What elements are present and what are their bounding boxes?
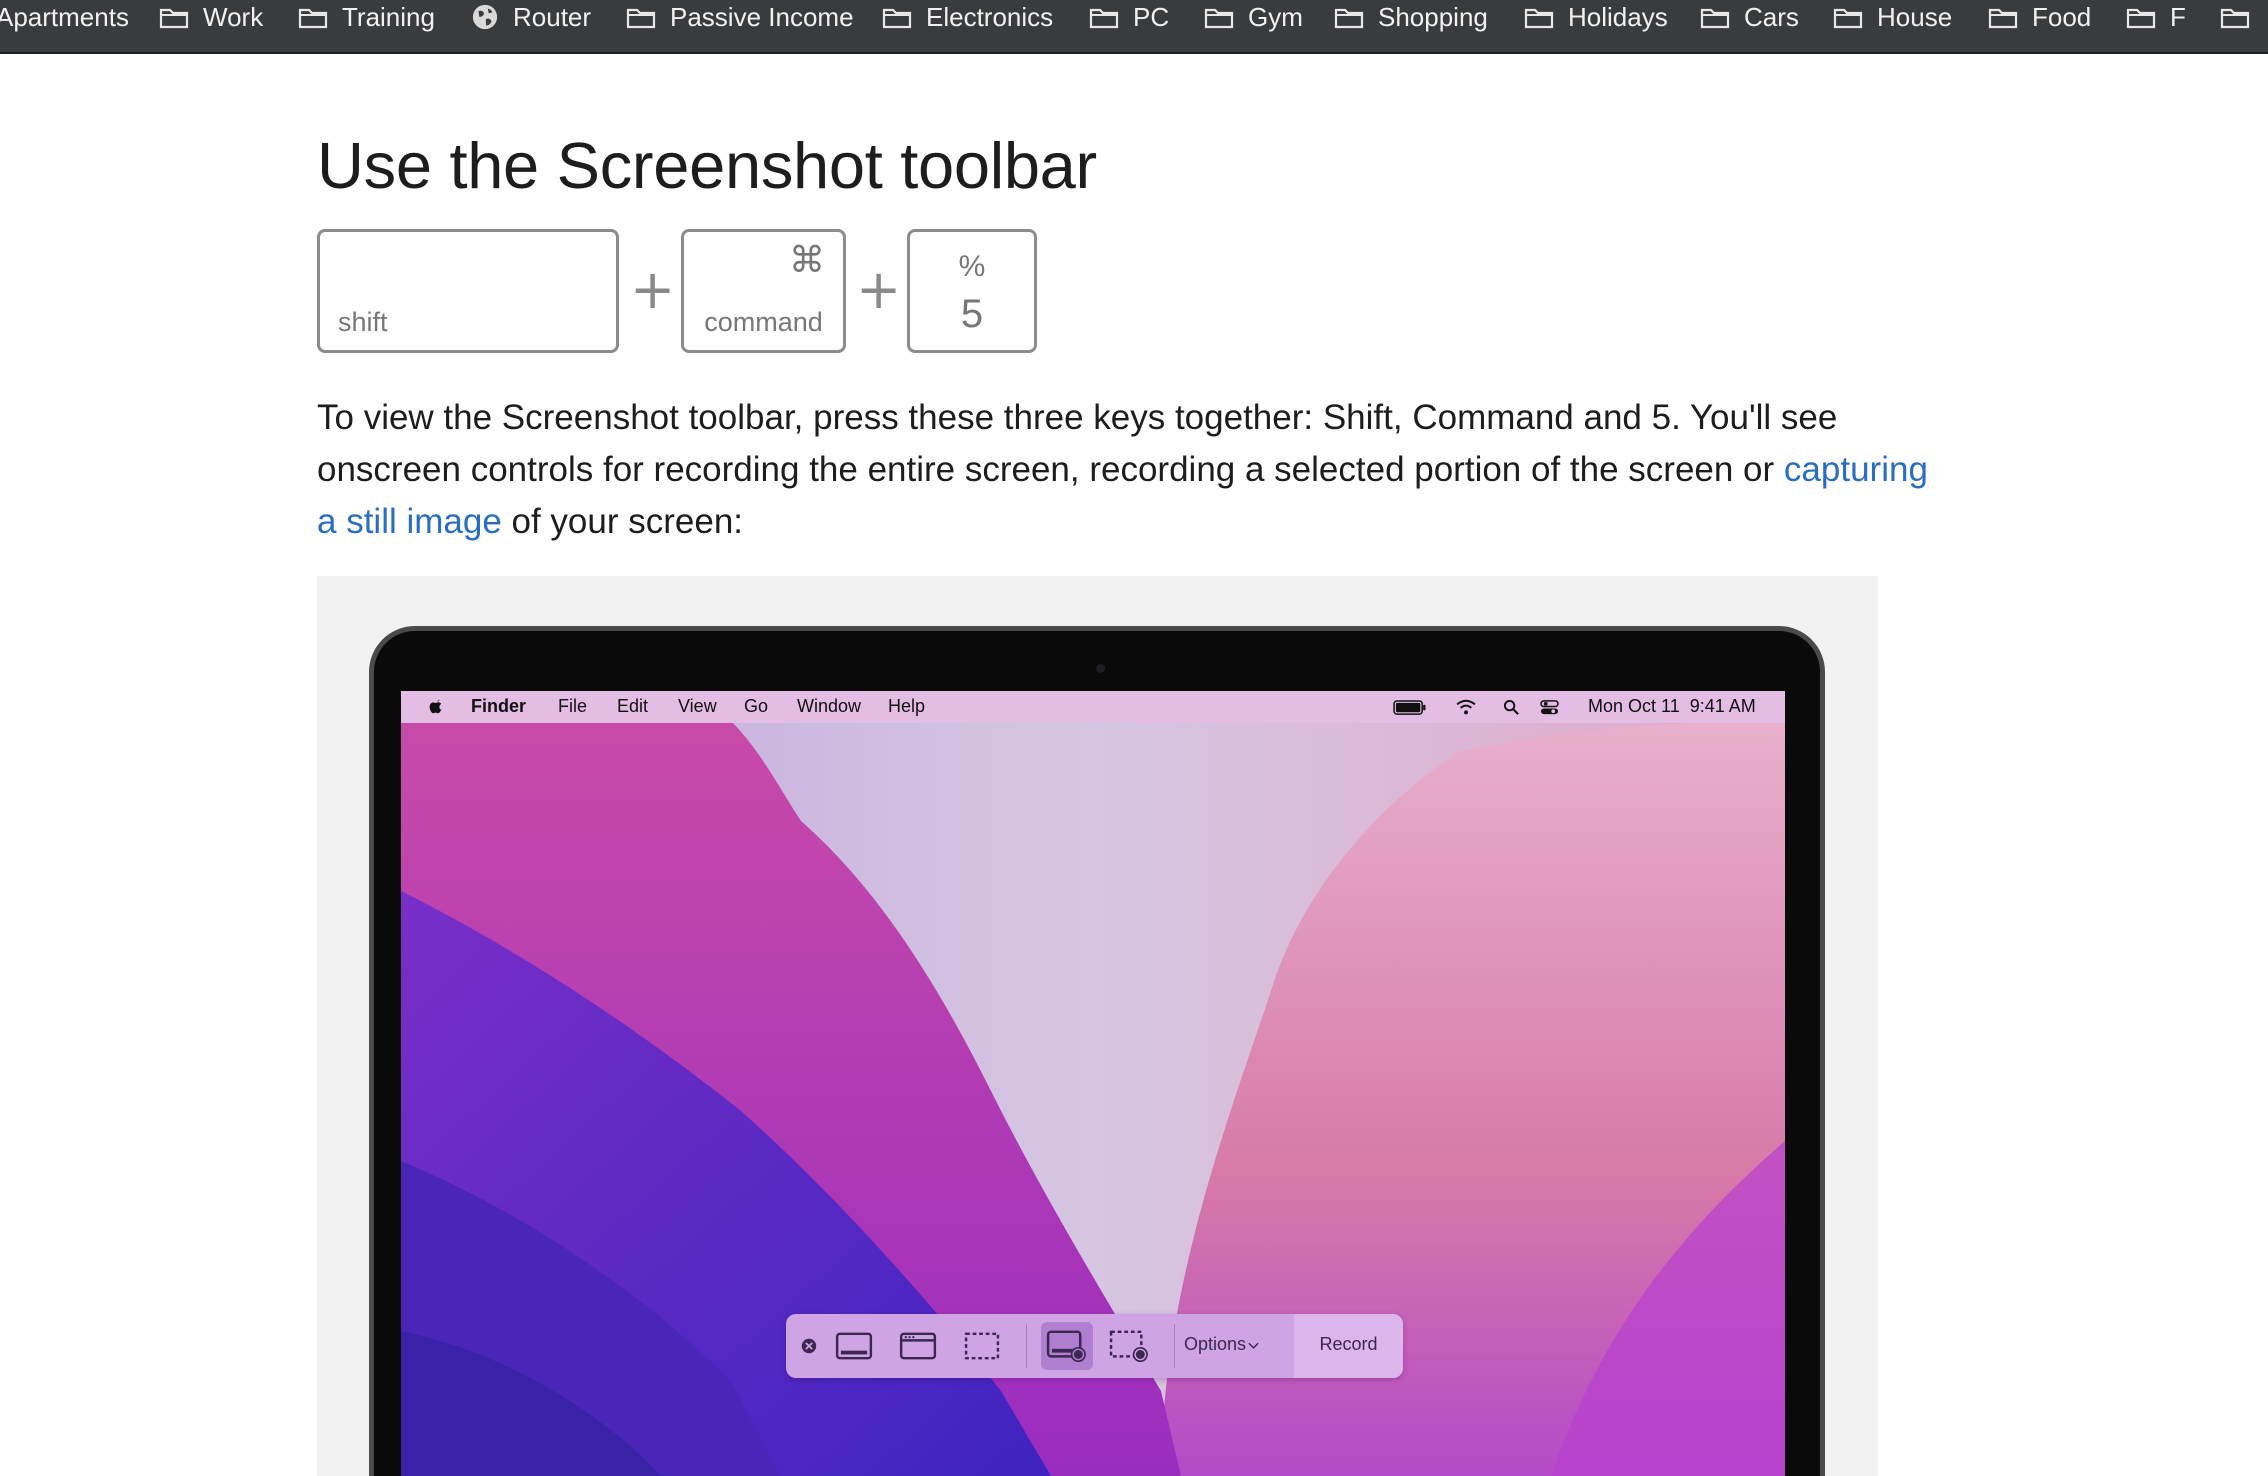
bookmark-apartments[interactable]: Apartments (0, 0, 129, 34)
mac-screen: Finder File Edit View Go Window Help Mon… (401, 691, 1785, 1476)
paragraph-text-end: of your screen: (501, 502, 744, 541)
bookmark-cars[interactable]: Cars (1700, 0, 1799, 34)
bookmark-overflow[interactable] (2220, 0, 2264, 34)
folder-icon (159, 8, 189, 29)
command-key: ⌘ command (681, 229, 846, 353)
page-heading: Use the Screenshot toolbar (317, 129, 1097, 202)
folder-icon (1988, 8, 2018, 29)
bookmark-passive-income[interactable]: Passive Income (626, 0, 854, 34)
bookmark-training[interactable]: Training (298, 0, 435, 34)
folder-icon (882, 8, 912, 29)
folder-icon (2126, 8, 2156, 29)
screenshot-toolbar: Options Record (786, 1314, 1403, 1378)
bookmark-house[interactable]: House (1833, 0, 1952, 34)
shift-key-label: shift (338, 307, 388, 337)
record-label: Record (1319, 1334, 1378, 1354)
mac-menu-bar: Finder File Edit View Go Window Help Mon… (401, 691, 1785, 723)
folder-icon (1700, 8, 1730, 29)
bookmark-food[interactable]: Food (1988, 0, 2091, 34)
folder-icon (1204, 8, 1234, 29)
bookmark-router[interactable]: Router (471, 0, 591, 34)
bookmarks-bar: Apartments Work Training Router Passive … (0, 0, 2268, 54)
plus-sign: + (630, 258, 676, 321)
spotlight-search-icon (1503, 699, 1519, 715)
menu-view: View (678, 696, 717, 716)
chevron-down-icon (1248, 1342, 1259, 1349)
options-label: Options (1184, 1334, 1247, 1354)
menu-help: Help (888, 696, 926, 716)
control-center-icon (1540, 700, 1559, 715)
capture-selection-icon[interactable] (963, 1331, 1001, 1361)
record-entire-screen-icon (1046, 1330, 1086, 1363)
capture-entire-screen-icon[interactable] (835, 1331, 873, 1361)
menu-file: File (558, 696, 588, 716)
command-key-label: command (704, 307, 823, 337)
shift-key: shift (317, 229, 619, 353)
folder-icon (1334, 8, 1364, 29)
five-key: % 5 (907, 229, 1037, 353)
folder-icon (2220, 8, 2250, 29)
toolbar-divider (1026, 1324, 1027, 1368)
bookmark-shopping[interactable]: Shopping (1334, 0, 1488, 34)
folder-icon (1524, 8, 1554, 29)
bookmark-holidays[interactable]: Holidays (1524, 0, 1668, 34)
menu-go: Go (744, 696, 769, 716)
record-entire-screen-button[interactable] (1041, 1322, 1093, 1370)
menu-finder: Finder (471, 696, 527, 716)
capture-window-icon[interactable] (899, 1331, 937, 1361)
folder-icon (1833, 8, 1863, 29)
command-symbol: ⌘ (789, 240, 825, 281)
wifi-icon (1456, 699, 1476, 715)
folder-icon (1089, 8, 1119, 29)
apple-icon (429, 699, 442, 714)
menu-clock: Mon Oct 11 9:41 AM (1588, 696, 1756, 716)
close-icon[interactable] (800, 1337, 818, 1355)
record-button[interactable]: Record (1294, 1314, 1403, 1378)
toolbar-divider (1174, 1324, 1175, 1368)
options-button[interactable]: Options (1184, 1334, 1259, 1355)
menu-window: Window (797, 696, 862, 716)
five-label: 5 (960, 292, 984, 336)
menu-edit: Edit (617, 696, 649, 716)
camera-dot (1096, 664, 1105, 673)
bookmark-work[interactable]: Work (159, 0, 263, 34)
bookmark-electronics[interactable]: Electronics (882, 0, 1053, 34)
folder-icon (298, 8, 328, 29)
globe-icon (472, 4, 498, 30)
folder-icon (626, 8, 656, 29)
bookmark-gym[interactable]: Gym (1204, 0, 1303, 34)
bookmark-f[interactable]: F (2126, 0, 2186, 34)
battery-icon (1393, 700, 1426, 715)
percent-symbol: % (958, 250, 986, 283)
bookmark-pc[interactable]: PC (1089, 0, 1169, 34)
plus-sign: + (856, 258, 902, 321)
instruction-paragraph: To view the Screenshot toolbar, press th… (317, 392, 1957, 548)
record-selection-icon[interactable] (1108, 1329, 1150, 1363)
paragraph-text: To view the Screenshot toolbar, press th… (317, 398, 1838, 489)
